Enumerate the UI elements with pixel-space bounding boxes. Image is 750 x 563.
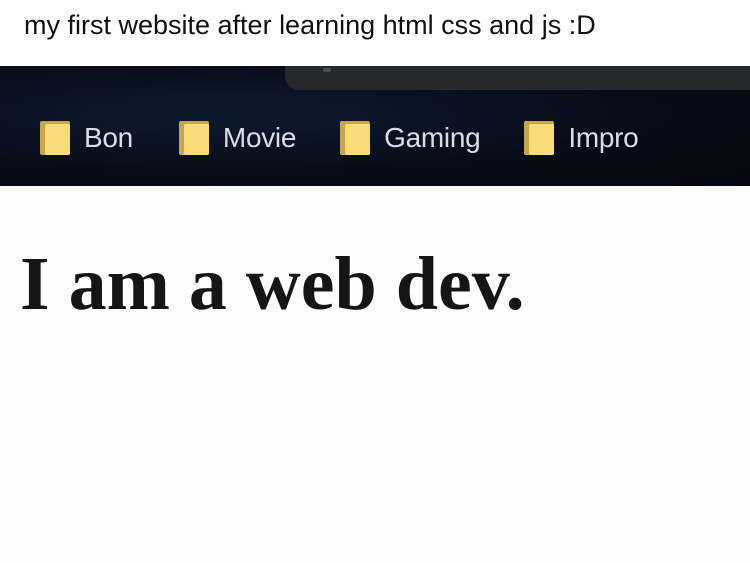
bookmarks-bar: Bon Movie Gaming Impro: [0, 114, 750, 162]
post-caption: my first website after learning html css…: [0, 0, 750, 66]
tab-indicator: [323, 68, 331, 72]
folder-icon: [178, 121, 209, 155]
bookmark-label: Bon: [84, 122, 133, 153]
folder-icon: [40, 121, 70, 155]
folder-icon: [524, 121, 555, 155]
bookmark-label: Gaming: [384, 122, 481, 153]
folder-icon: [340, 121, 371, 155]
bookmark-gaming[interactable]: Gaming: [340, 114, 481, 162]
bookmark-movie[interactable]: Movie: [178, 114, 297, 162]
bookmark-label: Movie: [222, 122, 297, 153]
web-page-content: I am a web dev.: [0, 186, 750, 563]
page-heading: I am a web dev.: [20, 242, 525, 326]
bookmark-label: Impro: [568, 122, 639, 153]
caption-text: my first website after learning html css…: [24, 10, 596, 40]
bookmark-impro[interactable]: Impro: [524, 114, 639, 162]
browser-chrome: Bon Movie Gaming Impro: [0, 66, 750, 186]
tab-strip[interactable]: [285, 66, 750, 90]
bookmark-bon[interactable]: Bon: [40, 114, 133, 162]
